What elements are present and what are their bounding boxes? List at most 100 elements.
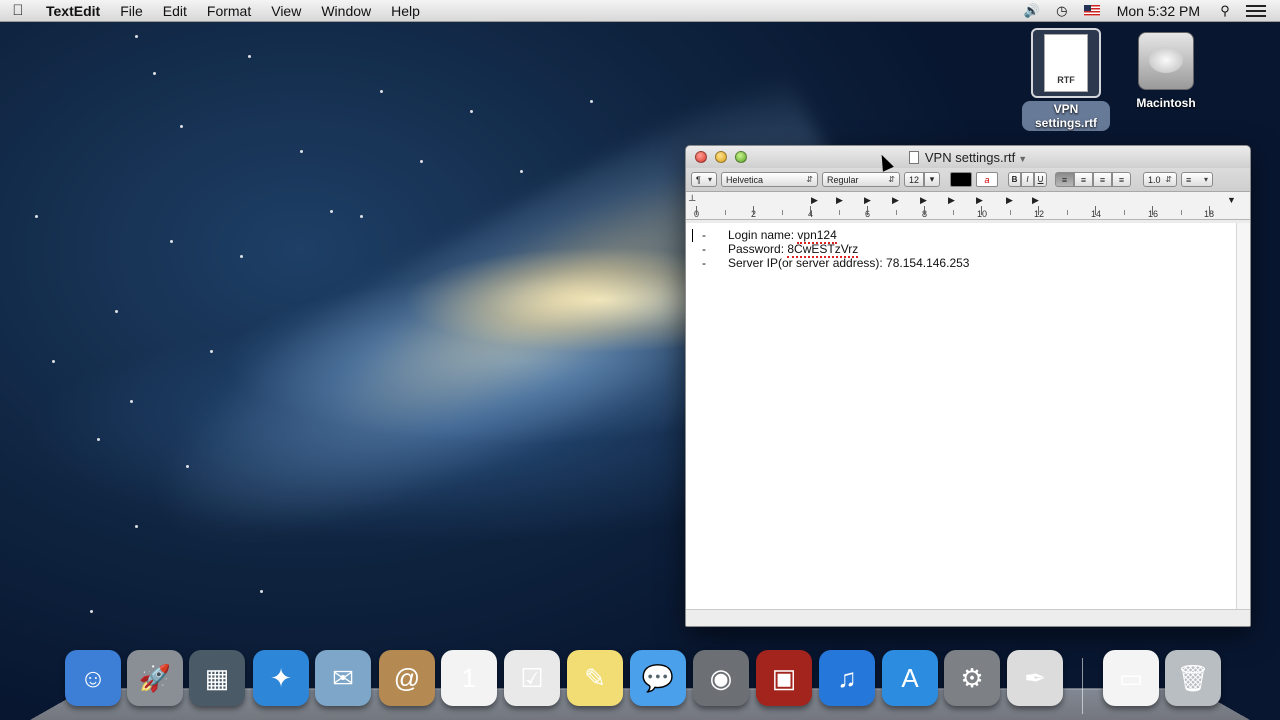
dock-system-preferences-icon[interactable]: ⚙ — [944, 650, 1000, 706]
ruler-tick — [1209, 206, 1210, 215]
align-right-icon: ≡ — [1099, 174, 1106, 185]
underline-button[interactable]: U — [1034, 172, 1047, 187]
justify-button[interactable]: ≡ — [1112, 172, 1131, 187]
dock-app-store-icon[interactable]: A — [882, 650, 938, 706]
tab-stop-marker[interactable]: ▶ — [920, 195, 927, 206]
dock-launchpad-icon[interactable]: 🚀 — [127, 650, 183, 706]
ruler-tick — [981, 206, 982, 215]
dock-messages-icon[interactable]: 💬 — [630, 650, 686, 706]
close-button[interactable] — [695, 151, 707, 163]
tab-stop-marker[interactable]: ▶ — [948, 195, 955, 206]
typeface-popup[interactable]: Regular ⇵ — [822, 172, 900, 187]
ruler-tick — [895, 210, 897, 215]
list-bullet: - — [702, 228, 706, 242]
dock-reminders-icon[interactable]: ☑ — [504, 650, 560, 706]
ruler-number: 16 — [1148, 209, 1159, 219]
hard-drive-icon — [1138, 32, 1194, 90]
dock-itunes-icon[interactable]: ♫ — [819, 650, 875, 706]
dock-finder-icon[interactable]: ☺ — [65, 650, 121, 706]
tab-stop-marker[interactable]: ▶ — [864, 195, 871, 206]
spotlight-search-icon[interactable]: ⚲ — [1210, 3, 1240, 19]
desktop-file-vpn-settings[interactable]: RTF VPN settings.rtf — [1022, 28, 1110, 131]
star — [260, 590, 263, 593]
document-text-area[interactable]: - Login name: vpn124 - Password: 8CwESTz… — [686, 223, 1236, 611]
hard-drive-label: Macintosh — [1136, 96, 1196, 110]
dock-calendar-icon[interactable]: 1 — [441, 650, 497, 706]
list-icon: ≡ — [1186, 174, 1192, 185]
dock-notes-icon[interactable]: ✎ — [567, 650, 623, 706]
vertical-scrollbar[interactable] — [1236, 223, 1250, 611]
window-titlebar[interactable]: VPN settings.rtf ▼ — [686, 146, 1250, 168]
dock-contacts-icon[interactable]: @ — [379, 650, 435, 706]
first-line-indent-marker[interactable]: ┴ — [689, 195, 695, 205]
menu-file[interactable]: File — [110, 0, 153, 22]
updown-arrows-icon: ⇵ — [1165, 175, 1172, 184]
desktop-hard-drive[interactable]: Macintosh — [1128, 32, 1204, 110]
align-right-button[interactable]: ≡ — [1093, 172, 1112, 187]
font-size-field[interactable]: 12 — [904, 172, 924, 187]
dock-textedit-icon[interactable]: ✒ — [1007, 650, 1063, 706]
input-source-flag-icon[interactable] — [1083, 5, 1100, 16]
tab-stop-marker[interactable]: ▶ — [1006, 195, 1013, 206]
text-color-well[interactable] — [950, 172, 972, 187]
ruler-tick — [810, 206, 811, 215]
ruler-tick — [952, 210, 954, 215]
dock-trash-icon[interactable]: 🗑 — [1165, 650, 1221, 706]
menu-window[interactable]: Window — [311, 0, 381, 22]
align-center-button[interactable]: ≡ — [1074, 172, 1093, 187]
bold-button[interactable]: B — [1008, 172, 1021, 187]
format-toolbar: ¶ ▾ Helvetica ⇵ Regular ⇵ 12 ▾ a B I U ≡ ≡ … — [686, 168, 1250, 192]
font-size-value: 12 — [909, 174, 920, 185]
menu-format[interactable]: Format — [197, 0, 261, 22]
star — [170, 240, 173, 243]
dock-photo-booth-mission-control-icon[interactable]: ▦ — [189, 650, 245, 706]
paragraph-styles-popup[interactable]: ¶ ▾ — [691, 172, 717, 187]
align-left-button[interactable]: ≡ — [1055, 172, 1074, 187]
time-machine-icon[interactable]: ◷ — [1047, 3, 1077, 19]
chevron-down-icon: ▾ — [1203, 175, 1208, 184]
highlight-color-well[interactable]: a — [976, 172, 998, 187]
line-spacing-popup[interactable]: 1.0 ⇵ — [1143, 172, 1177, 187]
tab-stop-marker[interactable]: ▶ — [892, 195, 899, 206]
star — [300, 150, 303, 153]
list-bullets-popup[interactable]: ≡ ▾ — [1181, 172, 1213, 187]
menu-help[interactable]: Help — [381, 0, 430, 22]
dock-mail-icon[interactable]: ✉ — [315, 650, 371, 706]
password-label: Password: — [728, 242, 788, 256]
desktop-file-label-line1: VPN — [1053, 102, 1079, 116]
star — [420, 160, 423, 163]
font-size-dropdown[interactable]: ▾ — [924, 172, 940, 187]
font-family-popup[interactable]: Helvetica ⇵ — [721, 172, 818, 187]
star — [330, 210, 333, 213]
list-bullet: - — [702, 242, 706, 256]
star — [153, 72, 156, 75]
font-family-value: Helvetica — [726, 174, 764, 185]
dock-safari-icon[interactable]: ✦ — [253, 650, 309, 706]
document-line-login: - Login name: vpn124 — [686, 228, 1236, 244]
zoom-button[interactable] — [735, 151, 747, 163]
dock-photo-booth-icon[interactable]: ▣ — [756, 650, 812, 706]
apple-icon[interactable]:  — [0, 2, 36, 19]
menu-clock[interactable]: Mon 5:32 PM — [1107, 3, 1210, 19]
notification-center-icon[interactable] — [1246, 4, 1266, 17]
menu-view[interactable]: View — [261, 0, 311, 22]
alignment-buttons: ≡ ≡ ≡ ≡ — [1055, 172, 1131, 187]
right-margin-marker[interactable]: ▼ — [1227, 195, 1236, 205]
minimize-button[interactable] — [715, 151, 727, 163]
tab-stop-marker[interactable]: ▶ — [1032, 195, 1039, 206]
menu-edit[interactable]: Edit — [153, 0, 197, 22]
line-text: Login name: vpn124 — [706, 228, 837, 244]
tab-stop-marker[interactable]: ▶ — [976, 195, 983, 206]
document-line-server: - Server IP(or server address): 78.154.1… — [686, 256, 1236, 270]
italic-button[interactable]: I — [1021, 172, 1034, 187]
tab-stop-marker[interactable]: ▶ — [811, 195, 818, 206]
ruler[interactable]: ┴ ▼ 0 2 4 6 8 10 12 14 16 18 ▶▶▶▶▶▶▶▶▶ — [686, 192, 1250, 220]
star — [248, 55, 251, 58]
menu-app-name[interactable]: TextEdit — [36, 0, 110, 22]
paragraph-label: ¶ — [696, 174, 701, 185]
dock-document-stack-icon[interactable]: ▭ — [1103, 650, 1159, 706]
dock-facetime-icon[interactable]: ◉ — [693, 650, 749, 706]
volume-icon[interactable]: 🔊 — [1017, 3, 1047, 19]
tab-stop-marker[interactable]: ▶ — [836, 195, 843, 206]
star — [135, 525, 138, 528]
